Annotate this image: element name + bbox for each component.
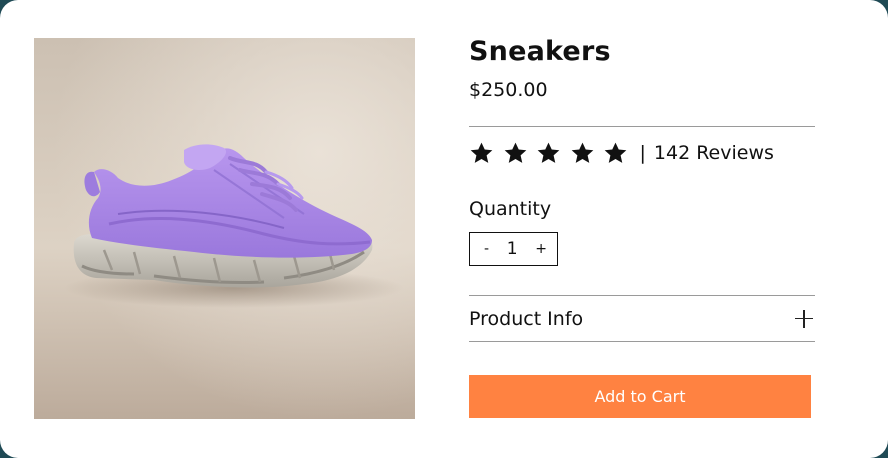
product-info-panel: Sneakers $250.00 | 142 Reviews Quantity … <box>469 0 815 458</box>
star-icon[interactable] <box>503 141 528 166</box>
quantity-stepper[interactable]: - 1 + <box>469 232 558 266</box>
quantity-value[interactable]: 1 <box>507 239 518 259</box>
rating-divider: | <box>639 142 646 164</box>
accordion-label: Product Info <box>469 307 584 330</box>
product-image <box>34 38 415 419</box>
divider <box>469 126 815 127</box>
reviews-link[interactable]: 142 Reviews <box>654 142 774 164</box>
increment-button[interactable]: + <box>535 241 547 257</box>
product-price: $250.00 <box>469 79 548 101</box>
decrement-button[interactable]: - <box>484 241 489 257</box>
product-info-accordion[interactable]: Product Info <box>469 296 815 341</box>
add-to-cart-button[interactable]: Add to Cart <box>469 375 811 418</box>
divider <box>469 341 815 342</box>
quantity-label: Quantity <box>469 198 552 220</box>
star-icon[interactable] <box>469 141 494 166</box>
rating-row: | 142 Reviews <box>469 138 774 168</box>
star-rating[interactable] <box>469 141 637 166</box>
product-title: Sneakers <box>469 36 611 67</box>
plus-icon[interactable] <box>795 309 813 328</box>
star-icon[interactable] <box>603 141 628 166</box>
product-card: Sneakers $250.00 | 142 Reviews Quantity … <box>0 0 888 458</box>
sneaker-image <box>34 38 415 419</box>
star-icon[interactable] <box>536 141 561 166</box>
star-icon[interactable] <box>570 141 595 166</box>
